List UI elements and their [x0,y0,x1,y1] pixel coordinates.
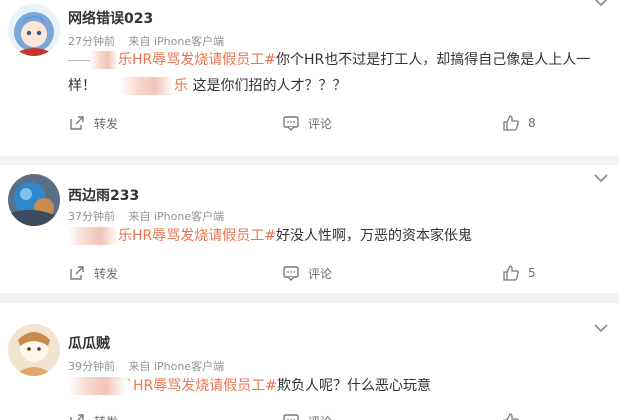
forward-icon [70,116,84,130]
timestamp: 39分钟前 [68,360,115,373]
comment-icon [283,266,299,281]
forward-label: 转发 [94,413,118,420]
action-bar: 转发 评论 8 [68,114,619,134]
username[interactable]: 网络错误023 [68,8,153,28]
comment-card: 西边雨233 37分钟前 来自 iPhone客户端 乐HR辱骂发烧请假员工#好没… [0,165,619,293]
forward-button[interactable]: 转发 [68,264,118,282]
forward-button[interactable]: 转发 [68,412,118,420]
comment-button[interactable]: 评论 [282,412,332,420]
like-count: 5 [528,266,536,280]
forward-label: 转发 [94,266,119,281]
comment-label: 评论 [308,266,333,281]
hashtag-link[interactable]: 乐HR辱骂发烧请假员工# [118,228,276,244]
comment-card: 网络错误023 27分钟前 来自 iPhone客户端 乐HR辱骂发烧请假员工#你… [0,0,619,156]
forward-label: 转发 [94,116,119,131]
hashtag-link[interactable]: `HR辱骂发烧请假员工# [126,378,277,394]
avatar[interactable] [8,174,60,226]
like-icon [503,115,519,131]
comment-body: 好没人性啊，万恶的资本家伥鬼 [276,228,472,244]
avatar[interactable] [8,324,60,376]
forward-icon [70,414,84,420]
source-label: 来自 iPhone客户端 [128,210,225,223]
comment-button[interactable]: 评论 [282,114,332,132]
comment-body: 欺负人呢？什么恶心玩意 [277,378,431,394]
redacted-mark [68,227,118,245]
like-button[interactable] [502,412,528,420]
like-button[interactable]: 8 [502,114,536,132]
redacted-mark [90,51,118,69]
comment-text: 乐HR辱骂发烧请假员工#你个HR也不过是打工人，却搞得自己像是人上人一 样！乐 … [68,47,591,99]
chevron-down-icon[interactable] [593,323,609,333]
redacted-mark [68,377,126,395]
comment-label: 评论 [308,413,332,420]
action-bar: 转发 评论 [68,412,619,420]
forward-button[interactable]: 转发 [68,114,118,132]
redacted-mark [68,59,90,61]
username[interactable]: 瓜瓜贼 [68,333,110,353]
comment-label: 评论 [308,116,333,131]
chevron-down-icon[interactable] [593,0,609,7]
comment-text: `HR辱骂发烧请假员工#欺负人呢？什么恶心玩意 [68,373,591,399]
comment-button[interactable]: 评论 [282,264,332,282]
like-icon [503,265,519,281]
like-button[interactable]: 5 [502,264,536,282]
like-icon [503,413,519,420]
comment-meta: 37分钟前 来自 iPhone客户端 [68,208,234,224]
chevron-down-icon[interactable] [593,173,609,183]
comment-body: 你个HR也不过是打工人，却搞得自己像是人上人一 [276,52,591,68]
hashtag-link[interactable]: 乐 [174,78,188,94]
avatar[interactable] [8,4,60,56]
comment-meta: 39分钟前 来自 iPhone客户端 [68,358,234,374]
comment-icon [283,116,299,131]
redacted-mark [120,77,174,95]
username[interactable]: 西边雨233 [68,185,139,205]
forward-icon [70,266,84,280]
timestamp: 37分钟前 [68,210,115,223]
comment-body: 这是你们招的人才？？？ [188,78,347,94]
source-label: 来自 iPhone客户端 [128,360,225,373]
comment-body: 样！ [68,78,96,94]
action-bar: 转发 评论 5 [68,264,619,284]
comment-text: 乐HR辱骂发烧请假员工#好没人性啊，万恶的资本家伥鬼 [68,223,591,249]
like-count: 8 [528,116,536,130]
comment-icon [283,414,299,420]
hashtag-link[interactable]: 乐HR辱骂发烧请假员工# [118,52,276,68]
comment-card: 瓜瓜贼 39分钟前 来自 iPhone客户端 `HR辱骂发烧请假员工#欺负人呢？… [0,303,619,420]
